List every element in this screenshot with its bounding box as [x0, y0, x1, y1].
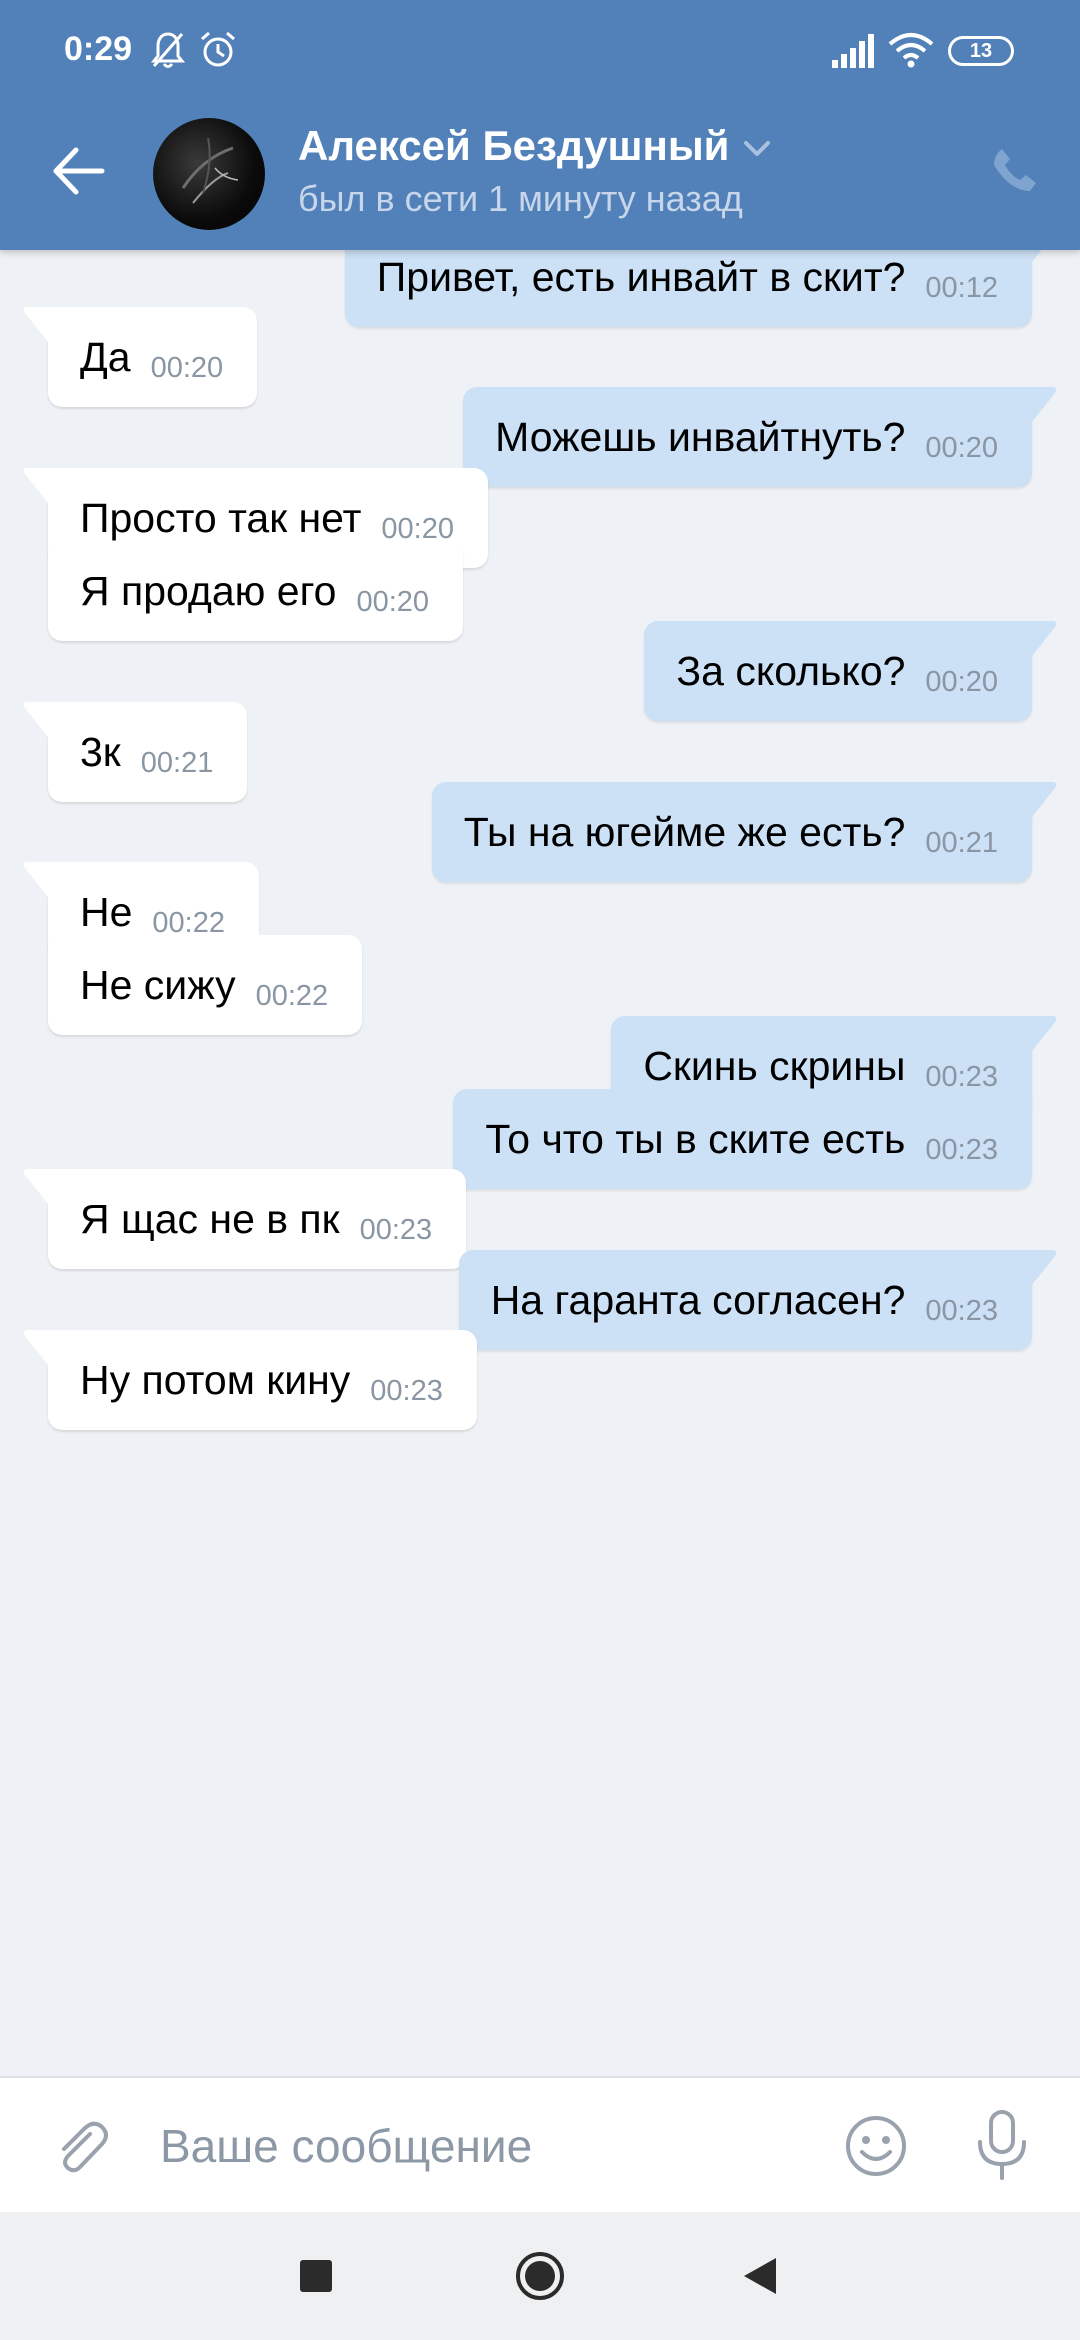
message-time: 00:21: [140, 746, 214, 779]
message-bubble[interactable]: 3к 00:21: [23, 702, 248, 802]
wifi-icon: [888, 33, 934, 68]
status-time: 0:29: [64, 30, 133, 68]
message-bubble[interactable]: Можешь инвайтнуть? 00:20: [463, 387, 1057, 487]
message-text: Скинь скрины: [643, 1042, 906, 1089]
contact-status: был в сети 1 минуту назад: [298, 178, 743, 219]
message-time: 00:23: [370, 1374, 443, 1407]
message-bubble[interactable]: Да 00:20: [23, 307, 258, 407]
message-time: 00:22: [255, 979, 329, 1012]
message-text: Привет, есть инвайт в скит?: [376, 253, 906, 300]
message-text: Просто так нет: [80, 494, 362, 541]
paperclip-icon[interactable]: [50, 2116, 112, 2178]
incoming-message[interactable]: Да 00:20: [23, 307, 258, 407]
contact-name[interactable]: Алексей Бездушный: [298, 122, 730, 170]
message-text: Да: [80, 333, 131, 380]
back-arrow-icon[interactable]: [48, 140, 110, 202]
bubble-tail: [1028, 1250, 1057, 1290]
outgoing-message[interactable]: На гаранта согласен? 00:23: [458, 1250, 1057, 1350]
message-time: 00:12: [925, 271, 998, 304]
message-text: За сколько?: [676, 647, 906, 694]
message-time: 00:23: [359, 1213, 433, 1246]
message-time: 00:23: [925, 1133, 998, 1166]
message-text: То что ты в ските есть: [485, 1115, 906, 1162]
message-bubble[interactable]: Ты на югейме же есть? 00:21: [431, 782, 1057, 882]
bubble-tail: [23, 1330, 52, 1370]
incoming-message[interactable]: 3к 00:21: [23, 702, 248, 802]
message-time: 00:21: [925, 826, 998, 859]
outgoing-message[interactable]: За сколько? 00:20: [644, 621, 1057, 721]
message-text: Не: [80, 888, 133, 935]
message-bubble[interactable]: Ну потом кину 00:23: [23, 1330, 477, 1430]
bubble-tail: [1028, 250, 1042, 267]
composer-bar: [0, 2076, 1080, 2212]
message-text: Я продаю его: [80, 567, 337, 614]
bubble-tail: [23, 862, 52, 902]
message-text: Не сижу: [80, 961, 236, 1008]
message-text: Ну потом кину: [80, 1356, 351, 1403]
outgoing-message[interactable]: То что ты в ските есть 00:23: [453, 1089, 1032, 1189]
emoji-icon[interactable]: [844, 2114, 908, 2178]
bubble-tail: [1028, 387, 1057, 427]
chat-header: 0:29 13 Алексей Бездушный был в сети 1 м…: [0, 0, 1080, 250]
system-back-button[interactable]: [742, 2256, 778, 2296]
chevron-down-icon[interactable]: [742, 138, 772, 160]
incoming-message[interactable]: Я продаю его 00:20: [48, 541, 464, 641]
message-bubble[interactable]: На гаранта согласен? 00:23: [458, 1250, 1057, 1350]
message-time: 00:20: [150, 351, 224, 384]
message-text: Ты на югейме же есть?: [463, 808, 906, 855]
message-bubble[interactable]: То что ты в ските есть 00:23: [453, 1089, 1032, 1189]
message-bubble[interactable]: Я продаю его 00:20: [48, 541, 464, 641]
outgoing-message[interactable]: Ты на югейме же есть? 00:21: [431, 782, 1057, 882]
bubble-tail: [1028, 621, 1057, 661]
message-bubble[interactable]: Я щас не в пк 00:23: [23, 1169, 467, 1269]
message-time: 00:20: [925, 431, 998, 464]
message-text: 3к: [80, 728, 121, 775]
home-button[interactable]: [514, 2250, 566, 2302]
bell-off-icon: [150, 32, 186, 68]
message-bubble[interactable]: Привет, есть инвайт в скит? 00:12: [344, 250, 1042, 327]
status-bar: 0:29 13: [0, 0, 1080, 100]
message-input[interactable]: [160, 2110, 800, 2182]
bubble-tail: [23, 468, 52, 508]
bubble-tail: [1028, 1016, 1057, 1056]
outgoing-message[interactable]: Можешь инвайтнуть? 00:20: [463, 387, 1057, 487]
message-list[interactable]: Сегодня, 1 сентября Привет, есть инвайт …: [0, 250, 1080, 2076]
bubble-tail: [23, 307, 52, 347]
message-time: 00:23: [925, 1294, 998, 1327]
message-bubble[interactable]: За сколько? 00:20: [644, 621, 1057, 721]
incoming-message[interactable]: Не сижу 00:22: [48, 935, 363, 1035]
incoming-message[interactable]: Ну потом кину 00:23: [23, 1330, 477, 1430]
bubble-tail: [1028, 782, 1057, 822]
bubble-tail: [23, 1169, 52, 1209]
message-time: 00:20: [925, 665, 998, 698]
avatar-image: [181, 137, 239, 204]
message-text: Можешь инвайтнуть?: [495, 413, 906, 460]
system-nav-bar: [0, 2212, 1080, 2340]
microphone-icon[interactable]: [972, 2108, 1032, 2182]
avatar[interactable]: [153, 118, 265, 230]
bubble-tail: [23, 702, 52, 742]
incoming-message[interactable]: Я щас не в пк 00:23: [23, 1169, 467, 1269]
signal-icon: [832, 34, 874, 68]
phone-icon[interactable]: [990, 145, 1040, 195]
message-bubble[interactable]: Не сижу 00:22: [48, 935, 363, 1035]
battery-icon: 13: [948, 36, 1014, 66]
alarm-icon: [201, 31, 235, 67]
outgoing-message[interactable]: Привет, есть инвайт в скит? 00:12: [344, 250, 1042, 327]
recent-apps-button[interactable]: [300, 2260, 332, 2292]
message-time: 00:20: [356, 585, 430, 618]
message-text: Я щас не в пк: [80, 1195, 340, 1242]
message-text: На гаранта согласен?: [490, 1276, 906, 1323]
